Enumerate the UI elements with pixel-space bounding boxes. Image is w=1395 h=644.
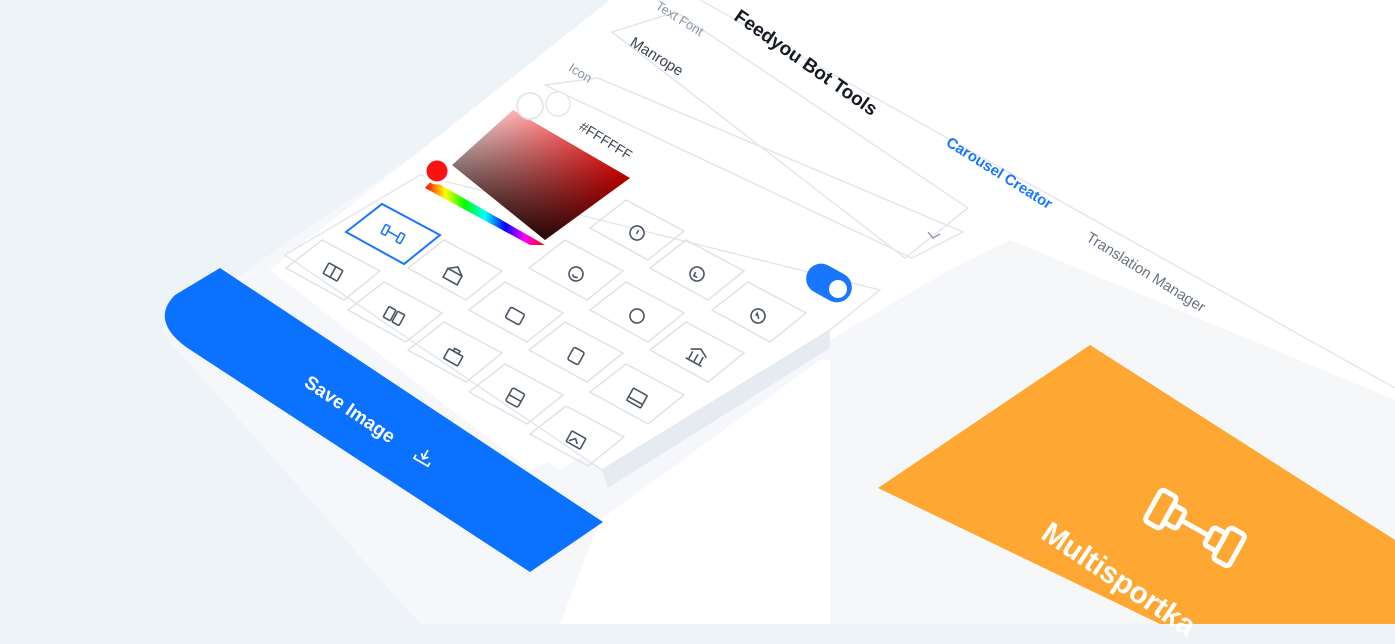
icon-tile-arrow-up-left[interactable] [710, 281, 808, 343]
card-icon [382, 305, 406, 327]
icon-tile-beer[interactable] [527, 321, 625, 383]
battery-icon [505, 306, 525, 326]
icon-tile-battery[interactable] [467, 281, 565, 343]
icon-tile-arrow-down-left[interactable] [648, 239, 746, 301]
icon-tile-book[interactable] [284, 239, 382, 301]
icon-tile-balloon[interactable] [588, 281, 686, 343]
alarm-icon [629, 225, 645, 241]
museum-icon [685, 348, 708, 368]
icon-tile-smile[interactable] [527, 239, 625, 301]
bus-icon [505, 387, 526, 408]
arrow-up-left-icon [750, 308, 766, 324]
dumbbell-icon [380, 223, 406, 245]
smile-icon [568, 266, 584, 282]
balloon-icon [629, 308, 645, 324]
icon-tile-bus[interactable] [467, 363, 565, 425]
icon-tile-museum[interactable] [648, 321, 746, 383]
bank-icon [442, 266, 464, 286]
icon-tile-image[interactable] [528, 405, 626, 467]
icon-tile-book-open[interactable] [588, 363, 686, 425]
beer-icon [567, 346, 585, 366]
book-icon [322, 262, 344, 282]
briefcase-icon [443, 347, 464, 367]
icon-grid [284, 199, 808, 467]
book-open-icon [626, 387, 648, 409]
arrow-down-left-icon [689, 266, 705, 282]
image-icon [565, 430, 587, 450]
icon-tile-alarm[interactable] [588, 199, 686, 261]
